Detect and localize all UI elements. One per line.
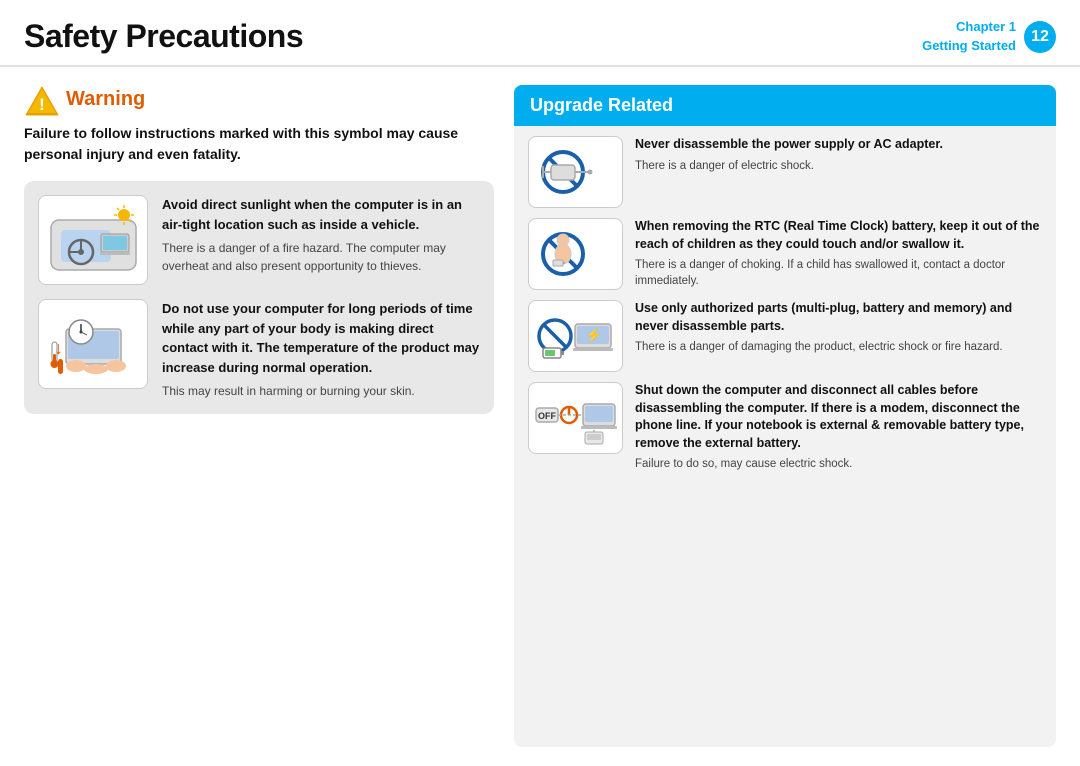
upgrade-header: Upgrade Related (514, 85, 1056, 126)
svg-text:⚡: ⚡ (585, 327, 602, 344)
warning-description: Failure to follow instructions marked wi… (24, 123, 494, 165)
main-content: ! Warning Failure to follow instructions… (0, 67, 1080, 765)
left-column: ! Warning Failure to follow instructions… (24, 85, 514, 747)
chapter-badge: 12 (1024, 21, 1056, 53)
card-2-image: ↓ (38, 299, 148, 389)
upgrade-text-4: Shut down the computer and disconnect al… (635, 382, 1042, 472)
right-column: Upgrade Related (514, 85, 1056, 747)
upgrade-desc-4: Failure to do so, may cause electric sho… (635, 456, 1042, 472)
upgrade-item-2: When removing the RTC (Real Time Clock) … (528, 218, 1042, 290)
card-2-text: Do not use your computer for long period… (162, 299, 480, 400)
upgrade-item-1: Never disassemble the power supply or AC… (528, 136, 1042, 208)
svg-text:OFF: OFF (538, 411, 556, 421)
chapter-info: Chapter 1 Getting Started 12 (922, 18, 1056, 54)
warning-card-1: Avoid direct sunlight when the computer … (38, 195, 480, 285)
upgrade-img-2 (528, 218, 623, 290)
warning-label: Warning (66, 88, 145, 111)
card-1-bold: Avoid direct sunlight when the computer … (162, 195, 480, 234)
upgrade-items-list: Never disassemble the power supply or AC… (514, 126, 1056, 482)
upgrade-img-1 (528, 136, 623, 208)
upgrade-bold-1: Never disassemble the power supply or AC… (635, 136, 1042, 154)
upgrade-item-3: ⚡ Use only authorized parts (multi-plug,… (528, 300, 1042, 372)
upgrade-desc-2: There is a danger of choking. If a child… (635, 257, 1042, 289)
chapter-text: Chapter 1 Getting Started (922, 18, 1016, 54)
upgrade-text-2: When removing the RTC (Real Time Clock) … (635, 218, 1042, 289)
upgrade-desc-3: There is a danger of damaging the produc… (635, 339, 1042, 355)
upgrade-bold-3: Use only authorized parts (multi-plug, b… (635, 300, 1042, 335)
card-1-desc: There is a danger of a fire hazard. The … (162, 239, 480, 275)
upgrade-img-3: ⚡ (528, 300, 623, 372)
upgrade-text-3: Use only authorized parts (multi-plug, b… (635, 300, 1042, 355)
upgrade-title: Upgrade Related (530, 95, 673, 115)
page-title: Safety Precautions (24, 18, 303, 55)
warning-card-2: ↓ Do not use your computer for long peri… (38, 299, 480, 400)
warning-cards: Avoid direct sunlight when the computer … (24, 181, 494, 414)
upgrade-img-4: OFF (528, 382, 623, 454)
svg-text:!: ! (39, 95, 45, 114)
warning-triangle-icon: ! (24, 85, 56, 113)
upgrade-bold-2: When removing the RTC (Real Time Clock) … (635, 218, 1042, 253)
upgrade-item-4: OFF (528, 382, 1042, 472)
warning-header: ! Warning (24, 85, 494, 113)
card-1-image (38, 195, 148, 285)
card-2-desc: This may result in harming or burning yo… (162, 382, 480, 400)
card-2-bold: Do not use your computer for long period… (162, 299, 480, 377)
upgrade-bold-4: Shut down the computer and disconnect al… (635, 382, 1042, 452)
upgrade-desc-1: There is a danger of electric shock. (635, 158, 1042, 174)
page-header: Safety Precautions Chapter 1 Getting Sta… (0, 0, 1080, 67)
upgrade-text-1: Never disassemble the power supply or AC… (635, 136, 1042, 174)
card-1-text: Avoid direct sunlight when the computer … (162, 195, 480, 275)
